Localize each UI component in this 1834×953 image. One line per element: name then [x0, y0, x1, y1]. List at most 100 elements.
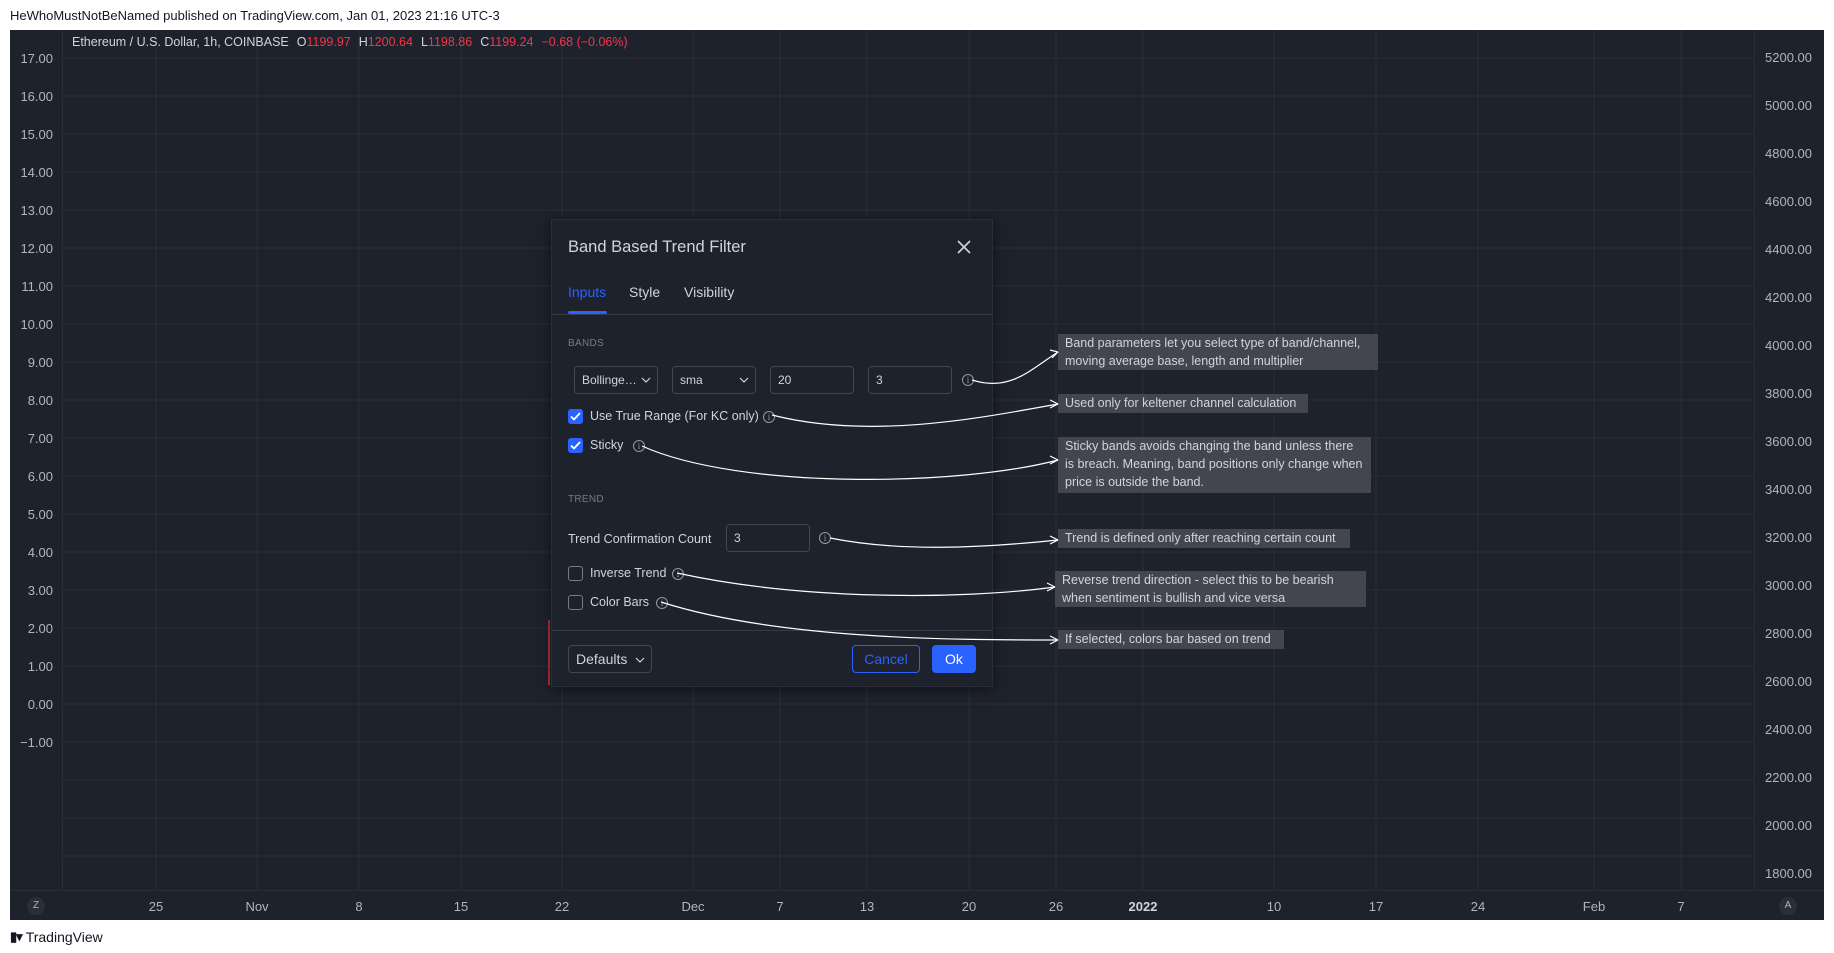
right-axis-tick: 2000.00: [1765, 818, 1812, 833]
info-icon[interactable]: i: [672, 568, 684, 580]
defaults-dropdown[interactable]: Defaults: [568, 645, 652, 673]
auto-scale-left-button[interactable]: Z: [27, 897, 45, 915]
right-axis-tick: 4400.00: [1765, 242, 1812, 257]
right-axis-tick: 2400.00: [1765, 722, 1812, 737]
symbol-legend: Ethereum / U.S. Dollar, 1h, COINBASE O 11…: [72, 35, 628, 49]
left-axis-tick: 4.00: [27, 545, 53, 560]
auto-scale-right-button[interactable]: A: [1779, 897, 1797, 915]
time-axis-tick: Nov: [245, 899, 269, 914]
sticky-label: Sticky: [590, 438, 624, 452]
left-axis-tick: 0.00: [27, 697, 53, 712]
time-axis-tick: 8: [355, 899, 363, 914]
left-axis-tick: −1.00: [20, 735, 53, 750]
left-axis-tick: 6.00: [27, 469, 53, 484]
tab-inputs[interactable]: Inputs: [568, 284, 606, 300]
defaults-label: Defaults: [576, 651, 628, 667]
checkmark-icon: [570, 412, 581, 421]
high-value: 1200.64: [367, 35, 413, 49]
time-axis-tick: Feb: [1582, 899, 1606, 914]
right-axis-tick: 5200.00: [1765, 50, 1812, 65]
indicator-settings-dialog: Band Based Trend Filter Inputs Style Vis…: [551, 219, 993, 687]
info-icon[interactable]: i: [962, 374, 974, 386]
right-axis-tick: 4200.00: [1765, 290, 1812, 305]
left-axis-tick: 14.00: [20, 165, 53, 180]
right-axis-tick: 5000.00: [1765, 98, 1812, 113]
right-axis-tick: 4800.00: [1765, 146, 1812, 161]
tab-visibility[interactable]: Visibility: [684, 284, 734, 300]
left-axis-tick: 3.00: [27, 583, 53, 598]
info-icon[interactable]: i: [633, 440, 645, 452]
info-icon[interactable]: i: [763, 411, 775, 423]
annotation-sticky: Sticky bands avoids changing the band un…: [1058, 437, 1371, 493]
time-scale[interactable]: Z 25 Nov 8 15 22 Dec 7 13 20 26 2022 10 …: [10, 890, 1824, 920]
left-axis-tick: 15.00: [20, 127, 53, 142]
right-axis-tick: 2800.00: [1765, 626, 1812, 641]
right-axis-tick: 3200.00: [1765, 530, 1812, 545]
length-value: 20: [778, 373, 792, 387]
annotation-trend-count: Trend is defined only after reaching cer…: [1058, 529, 1350, 548]
left-axis-tick: 11.00: [21, 279, 53, 294]
trend-confirmation-label: Trend Confirmation Count: [568, 532, 712, 546]
right-axis-tick: 4000.00: [1765, 338, 1812, 353]
tradingview-logo[interactable]: ▮▾ TradingView: [10, 929, 103, 945]
multiplier-input[interactable]: 3: [868, 366, 952, 394]
cancel-button[interactable]: Cancel: [852, 645, 920, 673]
close-icon[interactable]: [955, 238, 973, 256]
time-axis-tick: 7: [1677, 899, 1685, 914]
right-axis-tick: 2600.00: [1765, 674, 1812, 689]
left-axis-tick: 16.00: [20, 89, 53, 104]
left-axis-tick: 8.00: [27, 393, 53, 408]
left-axis-tick: 13.00: [20, 203, 53, 218]
chevron-down-icon: [635, 657, 645, 663]
time-axis-tick: 26: [1048, 899, 1064, 914]
trend-confirmation-input[interactable]: 3: [726, 524, 810, 552]
footer-bar: ▮▾ TradingView: [0, 920, 1834, 953]
time-axis-tick: Dec: [681, 899, 705, 914]
color-bars-checkbox[interactable]: [568, 595, 583, 610]
close-value: 1199.24: [489, 35, 534, 49]
dialog-tabs: Inputs Style Visibility: [552, 276, 992, 315]
brand-name: TradingView: [25, 929, 103, 945]
annotation-band-params: Band parameters let you select type of b…: [1058, 334, 1378, 370]
chevron-down-icon: [739, 377, 749, 383]
use-true-range-checkbox[interactable]: [568, 409, 583, 424]
publish-header: HeWhoMustNotBeNamed published on Trading…: [10, 8, 500, 23]
sticky-checkbox[interactable]: [568, 438, 583, 453]
left-axis-tick: 1.00: [27, 659, 53, 674]
multiplier-value: 3: [876, 373, 883, 387]
left-price-scale[interactable]: 17.00 16.00 15.00 14.00 13.00 12.00 11.0…: [10, 30, 63, 890]
low-value: 1198.86: [427, 35, 473, 49]
bands-section-heading: BANDS: [568, 338, 604, 349]
ma-type-select[interactable]: sma: [672, 366, 756, 394]
change-value: −0.68 (−0.06%): [541, 35, 628, 49]
symbol-name: Ethereum / U.S. Dollar, 1h, COINBASE: [72, 35, 289, 49]
time-axis-tick: 24: [1470, 899, 1486, 914]
time-axis-tick: 17: [1368, 899, 1384, 914]
right-axis-tick: 3000.00: [1765, 578, 1812, 593]
right-axis-tick: 3600.00: [1765, 434, 1812, 449]
annotation-color-bars: If selected, colors bar based on trend: [1058, 630, 1284, 649]
annotation-inverse: Reverse trend direction - select this to…: [1055, 571, 1366, 607]
info-icon[interactable]: i: [656, 597, 668, 609]
inverse-trend-checkbox[interactable]: [568, 566, 583, 581]
active-tab-indicator: [568, 311, 607, 314]
inverse-trend-label: Inverse Trend: [590, 566, 667, 580]
use-true-range-label: Use True Range (For KC only): [590, 409, 759, 423]
right-axis-tick: 3400.00: [1765, 482, 1812, 497]
info-icon[interactable]: i: [819, 532, 831, 544]
ok-button[interactable]: Ok: [932, 645, 976, 673]
left-axis-tick: 5.00: [27, 507, 53, 522]
right-axis-tick: 3800.00: [1765, 386, 1812, 401]
length-input[interactable]: 20: [770, 366, 854, 394]
right-price-scale[interactable]: 5200.00 5000.00 4800.00 4600.00 4400.00 …: [1754, 30, 1824, 890]
left-axis-tick: 2.00: [27, 621, 53, 636]
band-type-value: Bollinge…: [582, 373, 637, 387]
ma-type-value: sma: [680, 373, 703, 387]
time-axis-tick: 13: [859, 899, 875, 914]
left-axis-tick: 9.00: [27, 355, 53, 370]
time-axis-tick: 7: [776, 899, 784, 914]
trend-confirmation-value: 3: [734, 531, 741, 545]
band-type-select[interactable]: Bollinge…: [574, 366, 658, 394]
trend-section-heading: TREND: [568, 494, 604, 505]
tab-style[interactable]: Style: [629, 284, 660, 300]
